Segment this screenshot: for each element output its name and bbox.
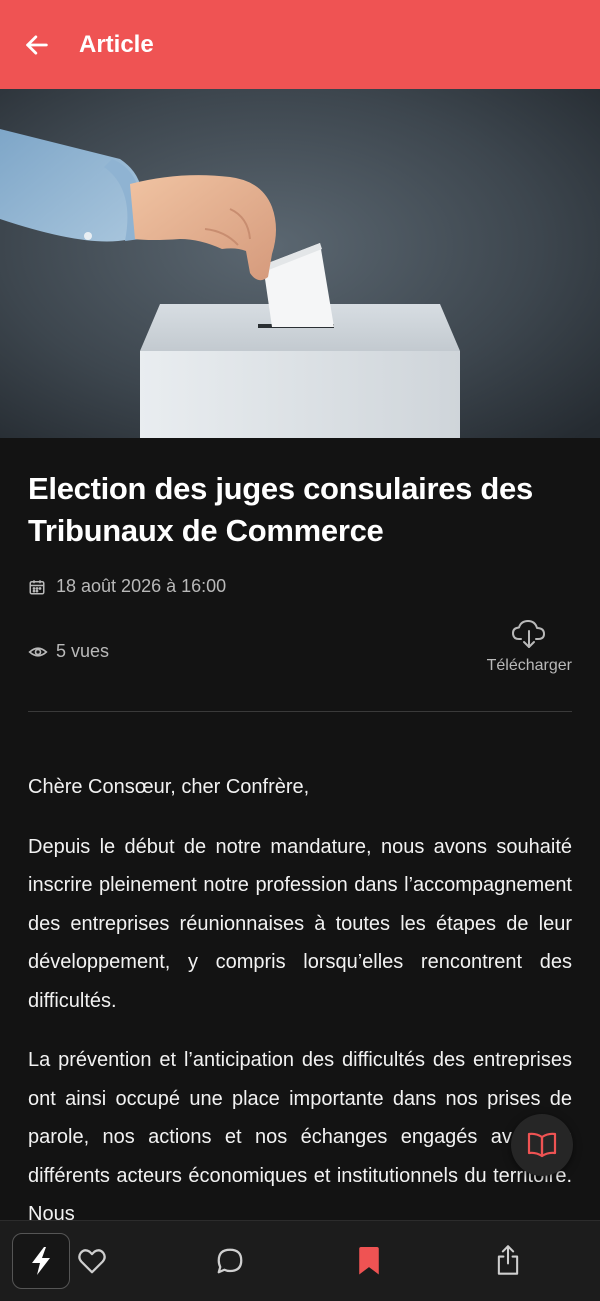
app-bar: Article — [0, 0, 600, 89]
page-title: Article — [79, 30, 154, 58]
share-button[interactable] — [488, 1239, 528, 1281]
cloud-download-icon — [511, 619, 547, 649]
bookmark-icon — [359, 1246, 379, 1275]
comment-button[interactable] — [210, 1241, 250, 1281]
divider — [28, 711, 572, 712]
arrow-left-icon — [26, 34, 48, 55]
article-stats: 5 vues Télécharger — [28, 619, 572, 675]
views-count: 5 vues — [56, 641, 110, 661]
like-button[interactable] — [72, 1241, 112, 1281]
article-paragraph: Depuis le début de notre mandature, nous… — [28, 835, 572, 1012]
article-title: Election des juges consulaires des Tribu… — [28, 471, 533, 548]
article-paragraph: Chère Consœur, cher Confrère, — [28, 776, 310, 798]
share-icon — [497, 1245, 519, 1275]
book-open-icon — [527, 1132, 557, 1158]
article-date: 18 août 2026 à 16:00 — [56, 576, 227, 596]
flash-button[interactable] — [12, 1233, 70, 1289]
calendar-icon — [28, 577, 48, 597]
comment-icon — [217, 1248, 243, 1274]
back-button[interactable] — [17, 25, 57, 65]
heart-icon — [78, 1249, 106, 1274]
bottom-action-bar — [0, 1220, 600, 1301]
hero-image — [0, 89, 600, 438]
bookmark-button[interactable] — [349, 1241, 389, 1281]
article-paragraph: La prévention et l’anticipation des diff… — [28, 1049, 572, 1225]
views-row: 5 vues — [28, 641, 109, 662]
article-body: Chère Consœur, cher Confrère, Depuis le … — [28, 768, 572, 1234]
reader-mode-button[interactable] — [511, 1114, 573, 1176]
article-content: Election des juges consulaires des Tribu… — [28, 438, 572, 1255]
article-date-row: 18 août 2026 à 16:00 — [28, 576, 572, 597]
download-button[interactable]: Télécharger — [487, 619, 572, 675]
flash-icon — [32, 1247, 50, 1275]
download-label: Télécharger — [486, 657, 572, 674]
eye-icon — [28, 642, 48, 662]
